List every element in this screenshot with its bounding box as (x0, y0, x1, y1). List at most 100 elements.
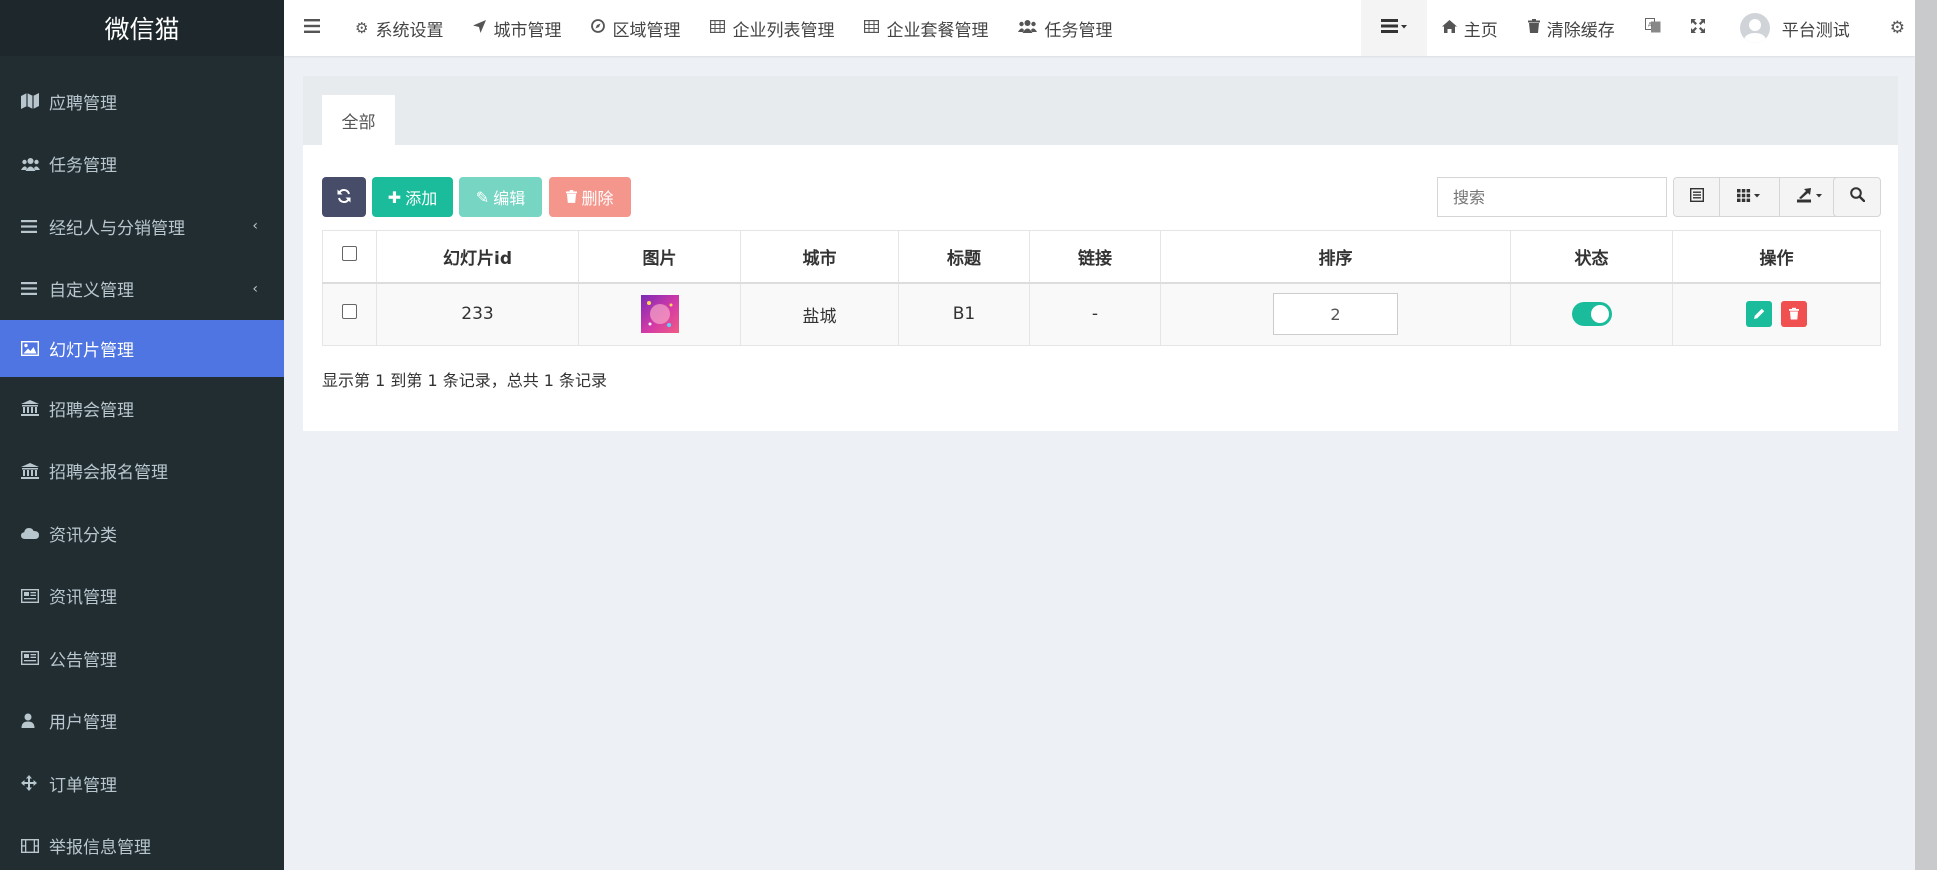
slides-table: 幻灯片id 图片 城市 标题 链接 排序 状态 操作 233 盐城 B1 - 2 (322, 230, 1881, 346)
app-logo[interactable]: 微信猫 (0, 0, 284, 56)
column-header[interactable]: 操作 (1672, 230, 1881, 284)
sidebar-item-label: 举报信息管理 (49, 838, 151, 859)
sidebar-item-label: 自定义管理 (49, 281, 134, 302)
user-icon (21, 713, 49, 729)
sidebar-item-announcements[interactable]: 公告管理 (0, 627, 284, 690)
export-icon (1797, 187, 1825, 207)
compass-icon (591, 19, 606, 37)
sidebar-item-job-fair-signup[interactable]: 招聘会报名管理 (0, 440, 284, 503)
menu-stack-icon (1380, 18, 1407, 38)
sidebar-item-label: 应聘管理 (49, 93, 117, 114)
pencil-icon: ✎ (475, 187, 490, 207)
fullscreen-button[interactable] (1676, 0, 1720, 56)
sort-order-input[interactable] (1273, 293, 1398, 336)
chevron-left-icon: ‹ (252, 280, 258, 297)
sidebar-item-job-fair[interactable]: 招聘会管理 (0, 377, 284, 440)
tab-all[interactable]: 全部 (322, 95, 395, 145)
list-icon (21, 219, 49, 233)
nav-region-management[interactable]: 区域管理 (576, 0, 695, 56)
delete-label: 删除 (581, 189, 614, 208)
sidebar-item-news[interactable]: 资讯管理 (0, 565, 284, 628)
more-menu-dropdown[interactable] (1360, 0, 1427, 56)
columns-dropdown[interactable] (1720, 178, 1780, 216)
slide-thumbnail[interactable] (640, 295, 679, 334)
sidebar: 微信猫 应聘管理 任务管理 经纪人与分销管理 ‹ 自定义管理 ‹ 幻灯片管理 招… (0, 0, 284, 870)
column-header[interactable]: 幻灯片id (376, 230, 579, 284)
row-select-cell (322, 282, 377, 346)
table-icon (864, 19, 880, 37)
bank-icon (21, 462, 49, 479)
row-delete-button[interactable] (1781, 301, 1808, 328)
search-button[interactable] (1833, 177, 1881, 217)
search-icon (1849, 187, 1865, 207)
user-name: 平台测试 (1781, 20, 1850, 41)
sidebar-item-label: 资讯管理 (49, 588, 117, 609)
sidebar-item-recruitment[interactable]: 应聘管理 (0, 70, 284, 133)
status-toggle[interactable] (1571, 302, 1612, 327)
cell-status (1510, 282, 1673, 346)
chevron-left-icon: ‹ (252, 218, 258, 235)
image-icon (21, 341, 49, 356)
grid-icon (1736, 188, 1763, 206)
nav-label: 城市管理 (493, 20, 562, 41)
sidebar-item-news-category[interactable]: 资讯分类 (0, 502, 284, 565)
column-header[interactable]: 状态 (1510, 230, 1673, 284)
map-icon (21, 93, 49, 110)
column-header[interactable]: 标题 (898, 230, 1030, 284)
cloud-icon (21, 527, 49, 540)
row-edit-button[interactable] (1745, 301, 1772, 328)
column-header[interactable]: 城市 (740, 230, 899, 284)
tab-bar: 全部 (303, 76, 1898, 145)
table-header-row: 幻灯片id 图片 城市 标题 链接 排序 状态 操作 (322, 230, 1881, 284)
nav-system-settings[interactable]: ⚙ 系统设置 (340, 0, 458, 56)
translate-button[interactable]: A (1630, 0, 1676, 56)
translate-icon: A (1644, 18, 1661, 38)
sidebar-item-users[interactable]: 用户管理 (0, 690, 284, 753)
content-panel: 全部 ✚ 添加 ✎ 编辑 删除 搜索 幻灯片id 图片 城市 标题 链接 排序 … (303, 76, 1898, 431)
nav-city-management[interactable]: 城市管理 (458, 0, 576, 56)
table-row: 233 盐城 B1 - (322, 282, 1881, 346)
users-icon (21, 157, 49, 171)
search-input[interactable] (1437, 177, 1667, 217)
cell-id: 233 (376, 282, 579, 346)
settings-button[interactable]: ⚙ (1875, 0, 1915, 56)
select-all-header (322, 230, 377, 284)
home-link[interactable]: 主页 (1427, 0, 1513, 56)
toggle-view-button[interactable] (1674, 178, 1720, 216)
column-header[interactable]: 排序 (1160, 230, 1511, 284)
nav-label: 企业套餐管理 (886, 20, 989, 41)
nav-company-packages[interactable]: 企业套餐管理 (849, 0, 1003, 56)
cogs-icon: ⚙ (1889, 18, 1905, 38)
list-icon (21, 282, 49, 296)
clear-cache-button[interactable]: 清除缓存 (1513, 0, 1630, 56)
sidebar-item-label: 资讯分类 (49, 525, 117, 546)
user-menu[interactable]: 平台测试 (1720, 0, 1875, 56)
sidebar-item-label: 订单管理 (49, 775, 117, 796)
edit-button[interactable]: ✎ 编辑 (459, 177, 542, 217)
column-header[interactable]: 图片 (578, 230, 741, 284)
column-header[interactable]: 链接 (1029, 230, 1161, 284)
sidebar-item-label: 幻灯片管理 (49, 341, 134, 361)
page-scrollbar[interactable] (1915, 0, 1937, 870)
cell-link: - (1029, 282, 1161, 346)
nav-task-management[interactable]: 任务管理 (1003, 0, 1127, 56)
add-button[interactable]: ✚ 添加 (372, 177, 453, 217)
sidebar-item-label: 招聘会报名管理 (49, 463, 168, 484)
sidebar-item-orders[interactable]: 订单管理 (0, 752, 284, 815)
sidebar-item-reports[interactable]: 举报信息管理 (0, 815, 284, 870)
nav-company-list[interactable]: 企业列表管理 (695, 0, 849, 56)
sidebar-item-agent-distribution[interactable]: 经纪人与分销管理 ‹ (0, 195, 284, 258)
film-icon (21, 838, 49, 853)
location-arrow-icon (473, 19, 487, 37)
table-icon (710, 19, 726, 37)
table-toolbar: ✚ 添加 ✎ 编辑 删除 (322, 177, 1881, 217)
sidebar-item-custom[interactable]: 自定义管理 ‹ (0, 258, 284, 321)
sidebar-toggle-button[interactable] (284, 0, 340, 56)
sidebar-item-tasks[interactable]: 任务管理 (0, 133, 284, 196)
row-checkbox[interactable] (342, 304, 357, 320)
refresh-button[interactable] (322, 177, 366, 217)
sidebar-item-slides[interactable]: 幻灯片管理 (0, 320, 284, 377)
delete-button[interactable]: 删除 (549, 177, 631, 217)
sidebar-item-label: 用户管理 (49, 713, 117, 734)
select-all-checkbox[interactable] (342, 246, 357, 262)
